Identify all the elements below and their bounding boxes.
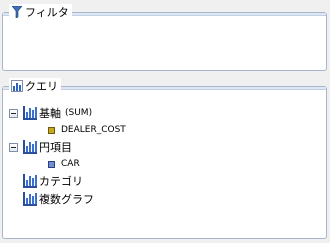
tree-node-measure-axis[interactable]: 基軸 (SUM) (9, 105, 92, 121)
query-title: クエリ (25, 80, 58, 93)
chart-axis-icon (23, 106, 37, 120)
query-legend: クエリ (9, 78, 61, 94)
bar-chart-icon (11, 79, 23, 93)
filter-panel: フィルタ (2, 4, 327, 71)
filter-title: フィルタ (25, 6, 69, 19)
tree-node-pie-items[interactable]: 円項目 (9, 139, 72, 155)
tree-node-category[interactable]: カテゴリ (23, 173, 83, 189)
chart-axis-icon (23, 140, 37, 154)
dimension-field-icon (48, 160, 55, 168)
tree-node-multiple-graphs[interactable]: 複数グラフ (23, 191, 94, 207)
car-label: CAR (61, 159, 80, 169)
chart-axis-icon (23, 192, 37, 206)
funnel-icon (11, 5, 23, 19)
tree-field-dealer-cost[interactable]: DEALER_COST (48, 122, 126, 138)
query-panel: クエリ 基軸 (SUM) DEALER_COST 円項目 CAR カテゴリ 複数… (2, 78, 327, 239)
chart-axis-icon (23, 174, 37, 188)
pie-items-label: 円項目 (39, 141, 72, 154)
measure-axis-label: 基軸 (39, 107, 61, 120)
tree-field-car[interactable]: CAR (48, 156, 80, 172)
multiple-graphs-label: 複数グラフ (39, 193, 94, 206)
collapse-toggle-icon[interactable] (9, 108, 18, 118)
measure-axis-suffix: (SUM) (65, 108, 93, 118)
collapse-toggle-icon[interactable] (9, 142, 18, 152)
measure-field-icon (48, 126, 55, 134)
dealer-cost-label: DEALER_COST (61, 125, 126, 135)
category-label: カテゴリ (39, 175, 83, 188)
filter-legend: フィルタ (9, 4, 72, 20)
